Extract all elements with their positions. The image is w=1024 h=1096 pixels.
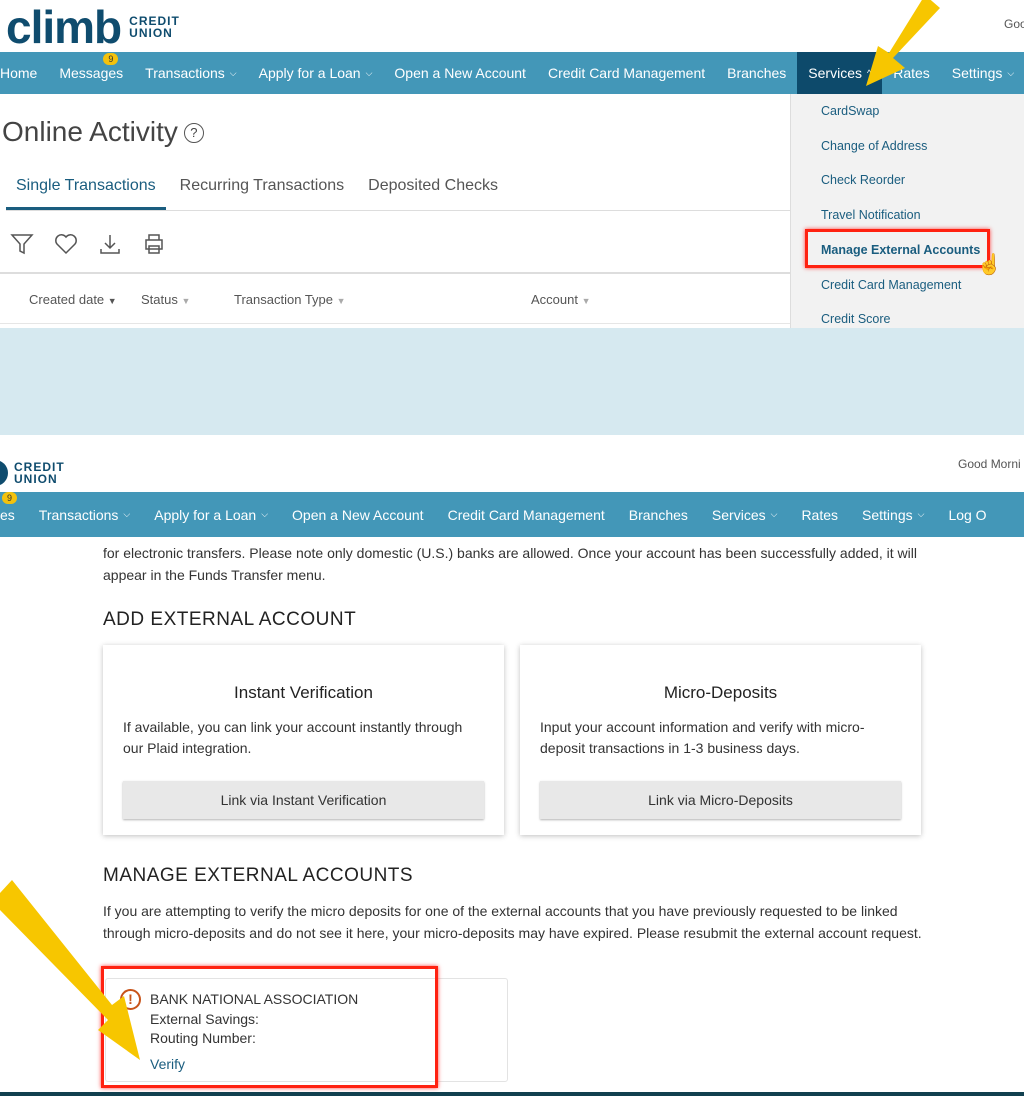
filter-icon[interactable] [10,232,34,256]
download-icon[interactable] [98,232,122,256]
main-nav: Home Messages 9 Transactions ⌵ Apply for a Lo… [0,52,1024,94]
tabs: Single Transactions Recurring Transactio… [6,170,790,211]
heart-icon[interactable] [54,232,78,256]
column-account[interactable]: Account ▼ [531,292,591,307]
nav-item-branches[interactable]: Branches [617,492,700,537]
add-external-heading: ADD EXTERNAL ACCOUNT [103,609,357,630]
micro-deposits-card: Micro-Deposits Input your account inform… [520,645,921,835]
chevron-icon: ⌵ [365,67,373,78]
menu-item-check-reorder[interactable]: Check Reorder [821,173,905,187]
table-header: Created date ▼ Status ▼ Transaction Type… [0,272,790,324]
nav-item-rates[interactable]: Rates [789,492,850,537]
menu-item-change-of-address[interactable]: Change of Address [821,139,927,153]
services-dropdown: CardSwap Change of Address Check Reorder Tr… [790,94,1024,328]
nav-item-es[interactable]: es 9 [0,492,27,537]
tab-deposited-checks[interactable]: Deposited Checks [358,170,508,210]
nav-item-home[interactable]: Home [0,52,48,94]
chevron-icon: ^ [866,68,872,78]
nav-item-apply-for-a-loan[interactable]: Apply for a Loan ⌵ [248,52,384,94]
logo[interactable]: climb CREDIT UNION [6,4,180,50]
footer-bar [0,1092,1024,1096]
nav-item-settings[interactable]: Settings ⌵ [941,52,1024,94]
main-nav: es 9 Transactions ⌵ Apply for a Loan ⌵ Open a … [0,492,1024,537]
column-transaction-type[interactable]: Transaction Type ▼ [234,292,346,307]
manage-external-heading: MANAGE EXTERNAL ACCOUNTS [103,865,414,886]
greeting: Goo [1004,17,1024,31]
logo-mark [0,460,8,486]
nav-item-log-o[interactable]: Log O [936,492,998,537]
nav-item-open-a-new-account[interactable]: Open a New Account [280,492,436,537]
menu-item-cardswap[interactable]: CardSwap [821,104,879,118]
column-created-date[interactable]: Created date ▼ [29,292,117,307]
menu-item-credit-card-management[interactable]: Credit Card Management [821,278,961,292]
messages-badge: 9 [103,53,119,65]
nav-item-branches[interactable]: Branches [716,52,797,94]
chevron-icon: ⌵ [261,509,269,519]
link-micro-deposits-button[interactable]: Link via Micro-Deposits [540,781,901,819]
manage-text: If you are attempting to verify the micr… [103,903,922,941]
nav-item-services[interactable]: Services ^ [797,52,883,94]
nav-item-messages[interactable]: Messages 9 [48,52,134,94]
highlight-box [101,966,438,1088]
nav-item-apply-for-a-loan[interactable]: Apply for a Loan ⌵ [142,492,280,537]
help-icon[interactable]: ? [183,123,204,143]
separator-band [0,328,1024,435]
logo[interactable]: CREDIT UNION [0,460,65,486]
instant-verification-card: Instant Verification If available, you c… [103,645,504,835]
chevron-icon: ⌵ [917,509,925,519]
chevron-icon: ⌵ [1007,67,1015,78]
nav-item-rates[interactable]: Rates [882,52,941,94]
print-icon[interactable] [142,232,166,256]
intro-text: for electronic transfers. Please note on… [103,545,917,583]
nav-item-open-a-new-account[interactable]: Open a New Account [383,52,537,94]
column-status[interactable]: Status ▼ [141,292,190,307]
highlight-box [805,229,990,268]
nav-item-credit-card-management[interactable]: Credit Card Management [436,492,617,537]
link-instant-verification-button[interactable]: Link via Instant Verification [123,781,484,819]
nav-item-settings[interactable]: Settings ⌵ [850,492,936,537]
page-title: Online Activity? [2,116,204,148]
nav-item-services[interactable]: Services ⌵ [700,492,790,537]
chevron-icon: ⌵ [229,67,237,78]
chevron-icon: ⌵ [770,509,778,519]
chevron-icon: ⌵ [123,509,131,519]
tab-single-transactions[interactable]: Single Transactions [6,170,166,210]
toolbar [10,232,166,256]
greeting: Good Morni [958,457,1021,471]
tab-recurring-transactions[interactable]: Recurring Transactions [170,170,355,210]
messages-badge: 9 [2,492,18,504]
hand-cursor-icon: ☝ [977,254,1002,276]
menu-item-credit-score[interactable]: Credit Score [821,312,890,326]
nav-item-credit-card-management[interactable]: Credit Card Management [537,52,716,94]
nav-item-transactions[interactable]: Transactions ⌵ [27,492,142,537]
menu-item-travel-notification[interactable]: Travel Notification [821,208,921,222]
nav-item-transactions[interactable]: Transactions ⌵ [134,52,247,94]
